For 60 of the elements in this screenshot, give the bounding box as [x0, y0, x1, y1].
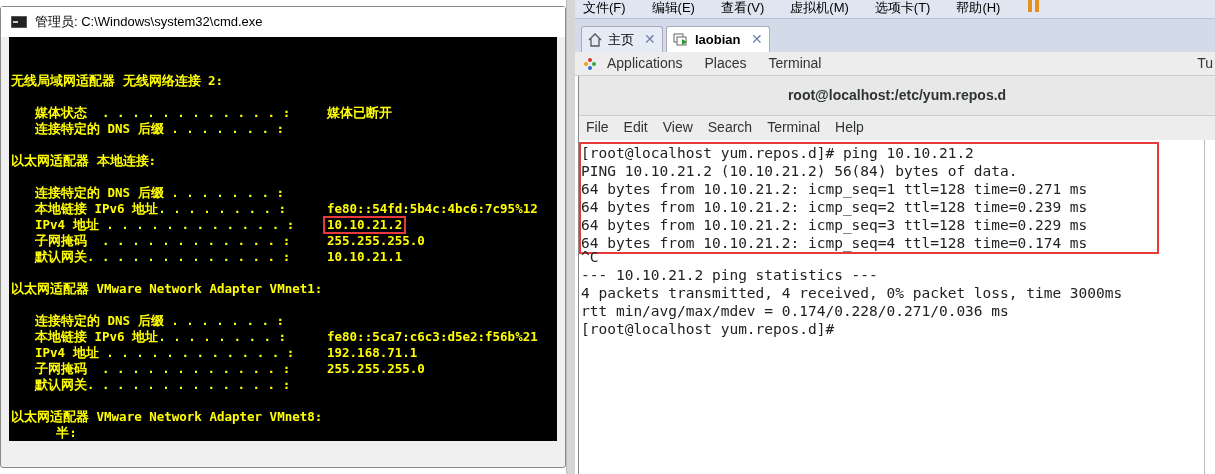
menu-item[interactable]: 查看(V) [720, 0, 765, 16]
menu-item[interactable]: 选项卡(T) [874, 0, 931, 16]
menu-item[interactable]: Help [835, 117, 864, 138]
console-label: 连接特定的 DNS 后缀 . . . . . . . : [34, 119, 286, 138]
menu-item[interactable]: 虚拟机(M) [790, 0, 849, 16]
scrollbar[interactable] [566, 0, 575, 474]
console-heading: 以太网适配器 VMware Network Adapter VMnet1: [11, 279, 323, 298]
close-icon[interactable]: ✕ [750, 29, 763, 50]
terminal-line: --- 10.10.21.2 ping statistics --- [581, 266, 879, 284]
terminal-line: PING 10.10.21.2 (10.10.21.2) 56(84) bytes of data. [581, 162, 1019, 180]
console-label: 连接特定的 DNS 后缀 . . . . . . . : [34, 311, 286, 330]
console-value: fe80::5ca7:c6c3:d5e2:f56b%21 [326, 328, 539, 346]
menu-item[interactable]: Terminal [767, 117, 821, 138]
console-label: 默认网关. . . . . . . . . . . . . : [33, 247, 292, 266]
console-label: 连接特定的 DNS 后缀 . . . . . . . : [34, 183, 286, 202]
console-value: fe80::54fd:5b4c:4bc6:7c95%12 [326, 200, 539, 218]
home-icon [588, 32, 602, 47]
top-bar-menu[interactable]: Terminal [768, 53, 822, 74]
console-icon [11, 16, 27, 28]
top-bar-menu[interactable]: Places [704, 53, 747, 74]
console-value: 10.10.21.1 [326, 248, 404, 266]
terminal-line: 64 bytes from 10.10.21.2: icmp_seq=1 ttl=128 time=0.271 ms [581, 180, 1088, 198]
tab[interactable]: 主页 ✕ [581, 26, 663, 52]
console-label: 本地链接 IPv6 地址. . . . . . . . : [34, 199, 288, 218]
console-label: 子网掩码 . . . . . . . . . . . . : [34, 359, 292, 378]
menu-item[interactable]: 编辑(E) [651, 0, 695, 16]
console-heading: 半: [55, 423, 77, 441]
terminal-title: root@localhost:/etc/yum.repos.d [787, 86, 1007, 105]
menu-item[interactable]: 文件(F) [583, 0, 626, 16]
menu-item[interactable]: File [586, 117, 609, 138]
terminal-line: 64 bytes from 10.10.21.2: icmp_seq=3 ttl=128 time=0.229 ms [581, 216, 1088, 234]
console-label: 默认网关. . . . . . . . . . . . . : [33, 375, 292, 394]
console-value: 255.255.255.0 [326, 232, 426, 250]
tab[interactable]: laobian ✕ [666, 26, 770, 52]
terminal-line: [root@localhost yum.repos.d]# [581, 320, 836, 338]
console-heading: 以太网适配器 VMware Network Adapter VMnet8: [11, 407, 323, 426]
top-bar-menu[interactable]: Tu [1197, 53, 1215, 74]
menu-item[interactable]: Edit [623, 117, 648, 138]
console-label: 本地链接 IPv6 地址. . . . . . . . : [34, 327, 288, 346]
console-heading: 无线局域网适配器 无线网络连接 2: [11, 71, 224, 90]
console-value: 媒体已断开 [326, 104, 393, 122]
menu-item[interactable]: View [662, 117, 693, 138]
window-title: 管理员: C:\Windows\system32\cmd.exe [35, 13, 263, 32]
terminal-line: rtt min/avg/max/mdev = 0.174/0.228/0.271/0.036 ms [581, 302, 1010, 320]
apps-icon[interactable] [583, 56, 597, 71]
console-heading: 以太网适配器 本地连接: [11, 151, 157, 170]
console-value: 255.255.255.0 [326, 360, 426, 378]
console-value: 10.10.21.2 [323, 216, 407, 234]
console-value: 192.168.71.1 [326, 344, 419, 362]
console-label: IPv4 地址 . . . . . . . . . . . . : [34, 215, 296, 234]
console-label: 子网掩码 . . . . . . . . . . . . : [34, 231, 292, 250]
terminal-line: 4 packets transmitted, 4 received, 0% packet loss, time 3000ms [581, 284, 1124, 302]
vm-icon [673, 32, 689, 47]
console-label: IPv4 地址 . . . . . . . . . . . . : [34, 343, 296, 362]
menu-item[interactable]: Search [707, 117, 753, 138]
console-label: 媒体状态 . . . . . . . . . . . . : [34, 103, 292, 122]
terminal-line: 64 bytes from 10.10.21.2: icmp_seq=2 ttl=128 time=0.239 ms [581, 198, 1088, 216]
top-bar-menu[interactable]: Applications [607, 53, 683, 74]
terminal-line: [root@localhost yum.repos.d]# ping 10.10.21.2 [581, 144, 975, 162]
menu-item[interactable]: 帮助(H) [956, 0, 1001, 16]
